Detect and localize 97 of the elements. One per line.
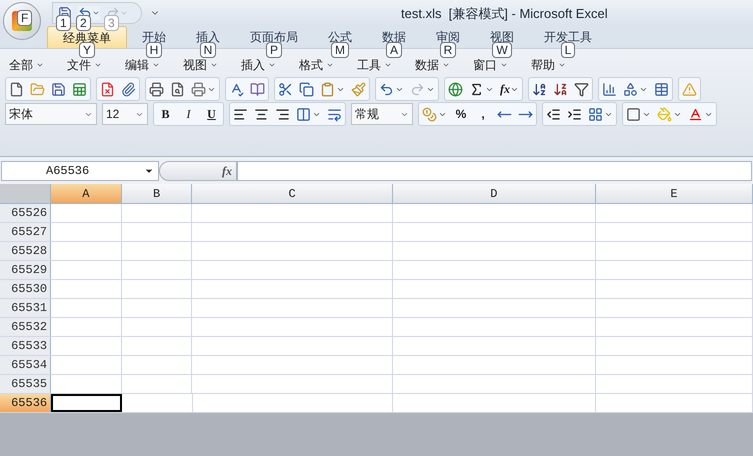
border-icon[interactable] [626, 106, 641, 122]
align-right-icon[interactable] [275, 106, 290, 122]
printer-icon[interactable] [149, 82, 164, 96]
keytip-tooltip: 2 [76, 14, 91, 30]
scissors-icon[interactable] [278, 82, 293, 96]
keytip-tooltip: L [560, 42, 576, 58]
keytip-tooltip: M [331, 42, 349, 58]
caret-icon [500, 61, 508, 69]
active-cell[interactable] [51, 394, 122, 412]
align-left-icon[interactable] [233, 106, 248, 122]
column-header[interactable]: E [596, 184, 753, 203]
name-box[interactable]: A65536 [1, 160, 159, 180]
keytip-tooltip: R [440, 42, 456, 58]
row-header[interactable]: 65529 [0, 261, 52, 279]
new-file-icon[interactable] [9, 82, 24, 96]
font-size-field[interactable]: 12 [102, 103, 148, 125]
sort-ascending-icon[interactable] [532, 82, 547, 96]
caret-icon [94, 61, 102, 69]
font-color-icon[interactable] [688, 106, 703, 122]
row-header[interactable]: 65531 [0, 299, 52, 317]
shapes-icon[interactable] [623, 82, 638, 96]
caret-icon [558, 61, 566, 69]
menu-item[interactable]: 数据 [411, 56, 458, 74]
column-header[interactable]: A [51, 184, 122, 203]
merge-cells-icon[interactable] [296, 106, 311, 122]
window-title: test.xls [兼容模式] - Microsoft Excel [401, 5, 608, 23]
menu-item[interactable]: 编辑 [121, 56, 168, 74]
globe-icon[interactable] [448, 82, 463, 96]
menu-item[interactable]: 工具 [353, 56, 400, 74]
function-label[interactable]: fx [500, 80, 510, 98]
menu-item[interactable]: 插入 [237, 56, 284, 74]
keytip-tooltip: H [146, 42, 162, 58]
row-header[interactable]: 65527 [0, 223, 52, 241]
row-header[interactable]: 65528 [0, 242, 52, 260]
caret-icon [384, 61, 392, 69]
function-label[interactable]: fx [222, 162, 232, 180]
menu-item[interactable]: 文件 [63, 56, 110, 74]
row-header[interactable]: 65534 [0, 356, 52, 374]
fill-color-icon[interactable] [657, 106, 672, 122]
table-icon[interactable] [654, 82, 669, 96]
indent-increase-icon[interactable] [567, 106, 582, 122]
sum-icon[interactable] [469, 82, 484, 96]
menu-item[interactable]: 视图 [179, 56, 226, 74]
spreadsheet-icon[interactable] [72, 82, 87, 96]
font-field[interactable]: 宋体 [5, 103, 97, 125]
save-icon [58, 6, 72, 20]
number-format-button[interactable]: , [472, 103, 494, 125]
format-toggle[interactable]: U [200, 103, 223, 125]
align-center-icon[interactable] [254, 106, 269, 122]
format-toggle[interactable]: I [177, 103, 200, 125]
book-icon[interactable] [250, 82, 265, 96]
keytip-tooltip: W [492, 42, 512, 58]
keytip-tooltip: A [386, 42, 402, 58]
row-header[interactable]: 65526 [0, 204, 52, 222]
row-header[interactable]: 65535 [0, 375, 52, 393]
bar-chart-icon[interactable] [602, 82, 617, 96]
filter-icon[interactable] [574, 82, 589, 96]
menu-item[interactable]: 全部 [5, 56, 52, 74]
keytip-tooltip: Y [78, 42, 95, 58]
formula-input[interactable] [237, 160, 752, 180]
keytip-tooltip: 1 [56, 14, 71, 30]
file-delete-icon[interactable] [100, 82, 115, 96]
sort-descending-icon[interactable] [553, 82, 568, 96]
row-header[interactable]: 65530 [0, 280, 52, 298]
wrap-text-icon[interactable] [327, 106, 342, 122]
printer-icon[interactable] [191, 82, 206, 96]
paperclip-icon[interactable] [121, 82, 136, 96]
caret-icon [210, 61, 218, 69]
indent-decrease-icon[interactable] [546, 106, 561, 122]
menu-item[interactable]: 帮助 [527, 56, 574, 74]
column-header[interactable]: B [122, 184, 192, 203]
number-format-field[interactable]: 常规 [351, 103, 413, 125]
caret-icon [268, 61, 276, 69]
spell-check-icon[interactable] [229, 82, 244, 96]
format-toggle[interactable]: B [154, 103, 177, 125]
undo-icon[interactable] [379, 82, 394, 96]
caret-icon [442, 61, 450, 69]
column-header[interactable]: C [192, 184, 393, 203]
row-header[interactable]: 65532 [0, 318, 52, 336]
copy-icon[interactable] [299, 82, 314, 96]
menu-item[interactable]: 格式 [295, 56, 342, 74]
caret-icon [36, 61, 44, 69]
number-format-button[interactable]: % [450, 103, 472, 125]
column-header[interactable]: D [392, 184, 596, 203]
keytip-tooltip: P [266, 42, 282, 58]
caret-icon [326, 61, 334, 69]
paste-icon[interactable] [320, 82, 335, 96]
grid-icon[interactable] [588, 106, 603, 122]
keytip-tooltip: N [200, 42, 216, 58]
row-header[interactable]: 65533 [0, 337, 52, 355]
caret-icon [152, 61, 160, 69]
print-preview-icon[interactable] [170, 82, 185, 96]
keytip-tooltip: 3 [104, 14, 119, 30]
row-header[interactable]: 65536 [0, 394, 52, 412]
menu-item[interactable]: 窗口 [469, 56, 516, 74]
keytip-tooltip: F [17, 10, 32, 26]
save-icon[interactable] [51, 82, 66, 96]
